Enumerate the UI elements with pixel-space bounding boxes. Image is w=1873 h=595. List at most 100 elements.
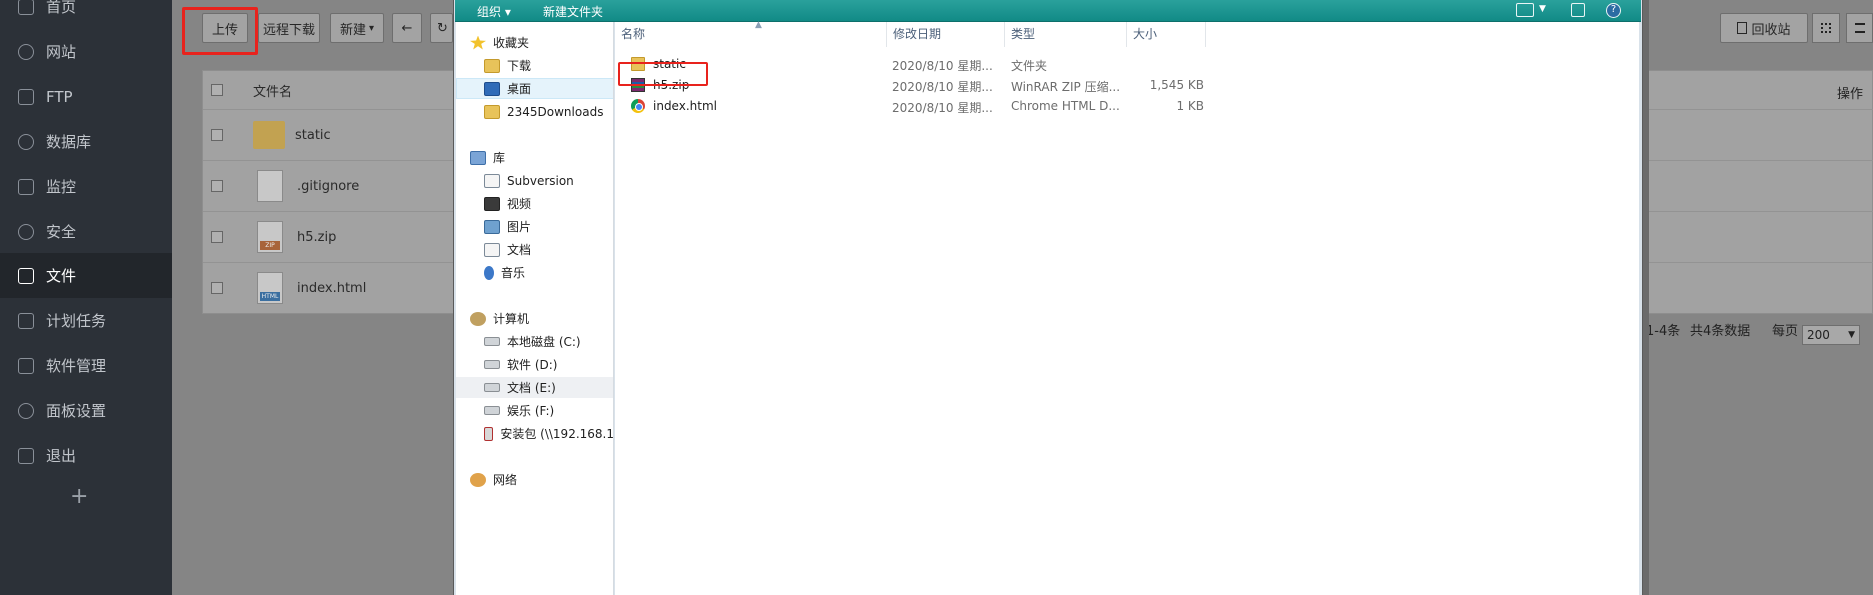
organize-menu[interactable]: 组织 ▾ — [477, 3, 511, 20]
nav-drive-e[interactable]: 文档 (E:) — [456, 377, 613, 398]
sidebar-item-ftp[interactable]: FTP — [0, 74, 172, 119]
file-size: 1,545 KB — [1149, 78, 1204, 92]
drive-icon — [484, 360, 500, 369]
shield-icon — [18, 223, 34, 240]
sort-ascending-icon: ▲ — [755, 20, 762, 30]
file-name[interactable]: .gitignore — [297, 179, 359, 194]
refresh-button[interactable]: ↻ — [430, 13, 453, 43]
file-type: 文件夹 — [1011, 59, 1048, 73]
new-button-label: 新建 — [339, 22, 366, 38]
nav-videos[interactable]: 视频 — [456, 193, 613, 214]
sidebar-item-software[interactable]: 软件管理 — [0, 343, 172, 388]
nav-downloads[interactable]: 下载 — [456, 55, 613, 76]
new-folder-button[interactable]: 新建文件夹 — [543, 3, 603, 20]
star-icon — [470, 35, 486, 50]
desktop-icon — [484, 81, 500, 96]
drive-icon — [484, 383, 500, 392]
music-icon — [484, 265, 494, 280]
nav-pictures[interactable]: 图片 — [456, 216, 613, 237]
globe-icon — [18, 43, 34, 60]
calendar-icon — [18, 312, 34, 329]
file-type: Chrome HTML D... — [1011, 99, 1120, 113]
sidebar: 首页 网站 FTP 数据库 监控 安全 文件 计划任务 软件管理 面板设置 退出… — [0, 0, 172, 595]
library-icon — [470, 150, 486, 165]
nav-computer[interactable]: 计算机 — [456, 308, 613, 329]
nav-network-drive[interactable]: 安装包 (\\192.168.1 — [456, 423, 613, 444]
new-button[interactable]: 新建 ▾ — [330, 13, 384, 43]
sidebar-item-settings[interactable]: 面板设置 — [0, 388, 172, 433]
remote-download-button[interactable]: 远程下载 — [258, 13, 320, 43]
nav-libraries[interactable]: 库 — [456, 147, 613, 168]
drive-icon — [484, 337, 500, 346]
help-icon[interactable]: ? — [1606, 3, 1621, 18]
chevron-down-icon[interactable]: ▼ — [1539, 4, 1546, 14]
nav-drive-f[interactable]: 娱乐 (F:) — [456, 400, 613, 421]
file-open-dialog: 组织 ▾ 新建文件夹 ▼ ? 收藏夹 下载 桌面 2345Downloads 库… — [453, 0, 1643, 595]
row-checkbox[interactable] — [211, 180, 223, 192]
sidebar-item-home[interactable]: 首页 — [0, 0, 172, 29]
sidebar-item-logout[interactable]: 退出 — [0, 433, 172, 478]
column-header-name[interactable]: 名称 — [615, 22, 887, 47]
column-header-type[interactable]: 类型 — [1005, 22, 1127, 47]
arrow-left-icon: ← — [401, 20, 413, 36]
html-tag: HTML — [260, 292, 280, 301]
recycle-bin-button[interactable]: 回收站 — [1720, 13, 1808, 43]
nav-desktop[interactable]: 桌面 — [456, 78, 613, 99]
add-shortcut-button[interactable]: + — [70, 484, 88, 509]
nav-2345downloads[interactable]: 2345Downloads — [456, 101, 613, 122]
preview-pane-icon[interactable] — [1571, 3, 1585, 17]
row-checkbox[interactable] — [211, 129, 223, 141]
back-button[interactable]: ← — [392, 13, 422, 43]
nav-network[interactable]: 网络 — [456, 469, 613, 490]
nav-favorites[interactable]: 收藏夹 — [456, 32, 613, 53]
file-name[interactable]: index.html — [297, 281, 366, 296]
sidebar-item-tasks[interactable]: 计划任务 — [0, 298, 172, 343]
home-icon — [18, 0, 34, 15]
row-checkbox[interactable] — [211, 282, 223, 294]
select-all-checkbox[interactable] — [211, 84, 223, 96]
sidebar-item-monitor[interactable]: 监控 — [0, 164, 172, 209]
column-header-operations: 操作 — [1836, 87, 1863, 102]
file-name[interactable]: h5.zip — [297, 230, 336, 245]
trash-icon — [1737, 22, 1748, 34]
folder-icon — [18, 267, 34, 284]
zip-highlight-box — [618, 62, 708, 86]
gear-icon — [18, 402, 34, 419]
view-options-icon[interactable] — [1516, 3, 1534, 17]
column-header-date[interactable]: 修改日期 — [887, 22, 1005, 47]
computer-icon — [470, 311, 486, 326]
column-header-size[interactable]: 大小 — [1127, 22, 1206, 47]
grid-view-button[interactable] — [1812, 13, 1840, 43]
sidebar-item-website[interactable]: 网站 — [0, 29, 172, 74]
sidebar-item-database[interactable]: 数据库 — [0, 119, 172, 164]
per-page-value: 200 — [1807, 328, 1830, 342]
chevron-down-icon: ▼ — [1848, 330, 1855, 340]
pagination-range: 1-4条 — [1646, 324, 1681, 339]
nav-subversion[interactable]: Subversion — [456, 170, 613, 191]
logout-icon — [18, 447, 34, 464]
file-row[interactable]: index.html 2020/8/10 星期... Chrome HTML D… — [615, 96, 1215, 117]
folder-icon — [484, 104, 500, 119]
row-checkbox[interactable] — [211, 231, 223, 243]
nav-music[interactable]: 音乐 — [456, 262, 613, 283]
column-header-name: 文件名 — [253, 84, 293, 100]
file-date: 2020/8/10 星期... — [892, 80, 993, 94]
nav-drive-c[interactable]: 本地磁盘 (C:) — [456, 331, 613, 352]
grid-icon — [18, 357, 34, 374]
nav-documents[interactable]: 文档 — [456, 239, 613, 260]
file-type: WinRAR ZIP 压缩... — [1011, 80, 1121, 94]
dialog-edge-shadow — [1643, 0, 1649, 595]
file-name[interactable]: static — [295, 128, 331, 143]
pagination-total: 共4条数据 — [1690, 324, 1751, 339]
grid-view-icon — [1821, 23, 1831, 33]
file-date: 2020/8/10 星期... — [892, 59, 993, 73]
per-page-select[interactable]: 200 ▼ — [1802, 325, 1860, 345]
recycle-bin-label: 回收站 — [1751, 22, 1791, 38]
zip-file-icon: ZIP — [257, 221, 283, 253]
sidebar-item-files[interactable]: 文件 — [0, 253, 172, 298]
nav-drive-d[interactable]: 软件 (D:) — [456, 354, 613, 375]
downloads-folder-icon — [484, 58, 500, 73]
file-name: index.html — [653, 99, 717, 113]
sidebar-item-security[interactable]: 安全 — [0, 209, 172, 254]
list-view-button[interactable] — [1846, 13, 1873, 43]
